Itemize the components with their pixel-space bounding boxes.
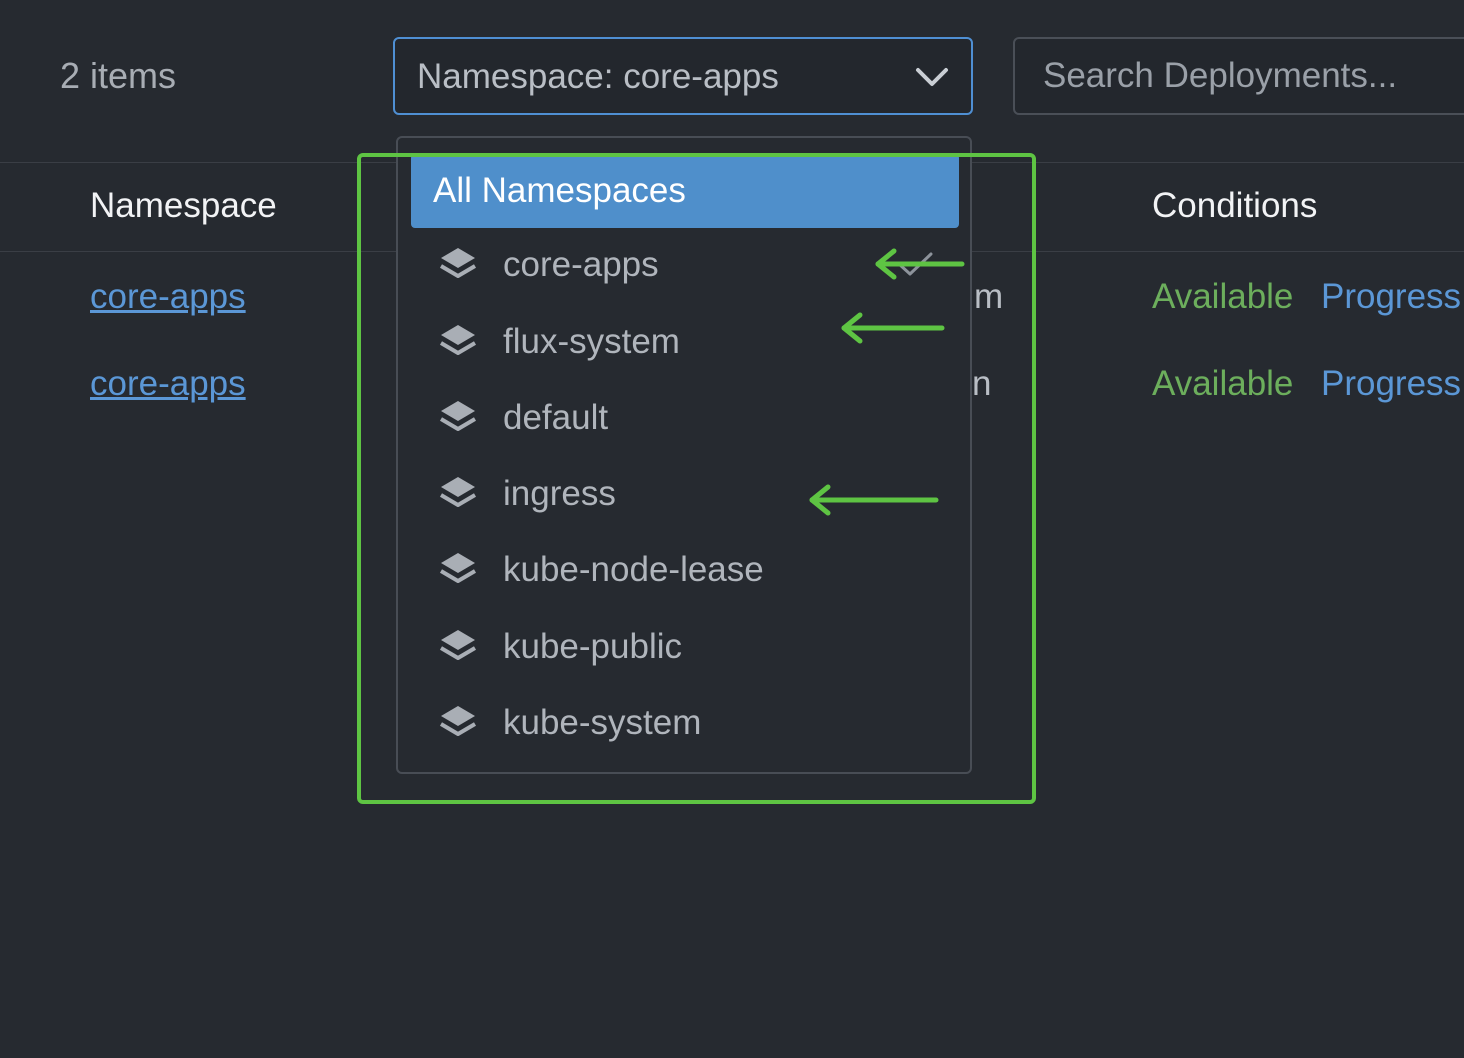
layers-icon xyxy=(439,325,477,355)
layers-icon xyxy=(439,477,477,507)
chevron-down-icon xyxy=(916,68,948,86)
option-flux-system[interactable]: flux-system xyxy=(411,313,959,373)
option-core-apps[interactable]: core-apps xyxy=(411,236,959,296)
layers-icon xyxy=(439,401,477,431)
option-label: flux-system xyxy=(503,322,680,361)
condition-available-badge: Available xyxy=(1152,277,1294,316)
row-partial-cell: m xyxy=(974,277,1004,316)
condition-available-badge: Available xyxy=(1152,364,1294,403)
deployments-page: 2 items Namespace: core-apps Namespace C… xyxy=(0,0,1464,1058)
namespace-dropdown-menu: All Namespaces core-apps flux-system def… xyxy=(396,136,972,774)
item-count: 2 items xyxy=(60,55,177,96)
layers-icon xyxy=(439,630,477,660)
option-label: core-apps xyxy=(503,245,659,284)
namespace-select[interactable]: Namespace: core-apps xyxy=(393,37,973,115)
search-deployments-input[interactable] xyxy=(1013,37,1464,115)
option-label: default xyxy=(503,398,609,437)
option-kube-node-lease[interactable]: kube-node-lease xyxy=(411,541,959,601)
condition-progress-badge: Progress xyxy=(1321,364,1462,403)
option-all-namespaces[interactable]: All Namespaces xyxy=(411,154,959,228)
checkmark-icon xyxy=(897,252,933,276)
option-label: kube-system xyxy=(503,703,702,742)
row-namespace-link[interactable]: core-apps xyxy=(90,363,246,405)
option-label: kube-public xyxy=(503,627,682,666)
column-header-namespace[interactable]: Namespace xyxy=(90,185,277,227)
option-default[interactable]: default xyxy=(411,389,959,449)
column-header-conditions[interactable]: Conditions xyxy=(1152,185,1317,227)
option-kube-system[interactable]: kube-system xyxy=(411,694,959,754)
layers-icon xyxy=(439,553,477,583)
layers-icon xyxy=(439,248,477,278)
row-partial-cell: n xyxy=(972,364,992,403)
namespace-select-value: Namespace: core-apps xyxy=(417,57,779,96)
condition-progress-badge: Progress xyxy=(1321,277,1462,316)
option-ingress[interactable]: ingress xyxy=(411,465,959,525)
row-namespace-link[interactable]: core-apps xyxy=(90,276,246,318)
layers-icon xyxy=(439,706,477,736)
option-kube-public[interactable]: kube-public xyxy=(411,618,959,678)
option-label: ingress xyxy=(503,474,616,513)
option-label: kube-node-lease xyxy=(503,550,764,589)
